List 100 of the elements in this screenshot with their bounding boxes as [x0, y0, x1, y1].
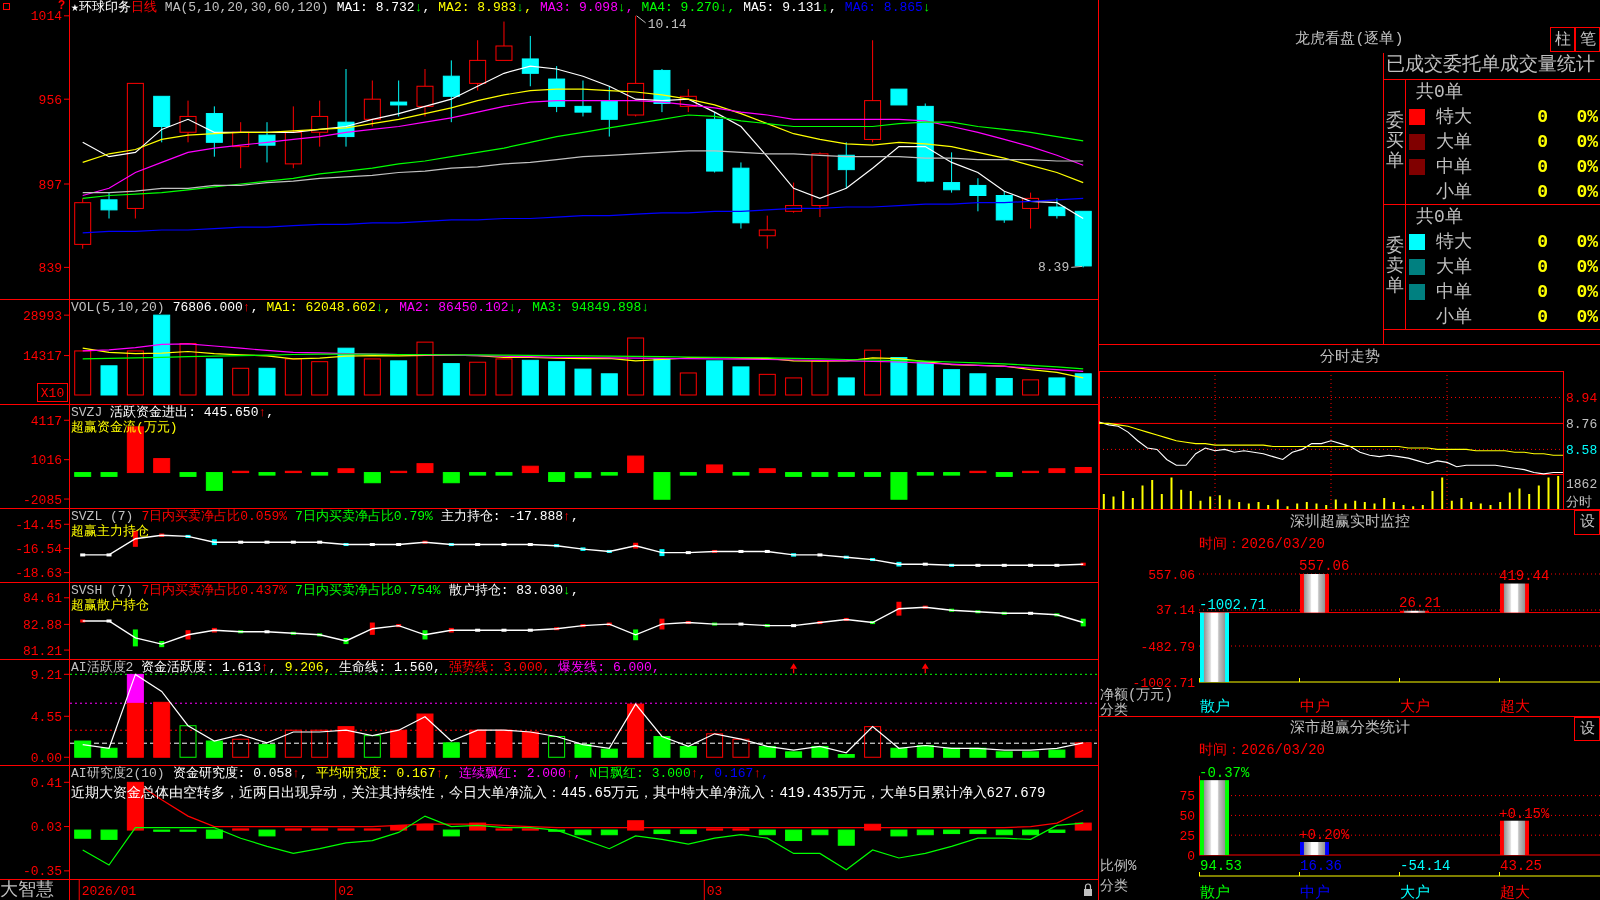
category-label: 大户 [1400, 699, 1430, 716]
indicator-label: MA1: 8.732↓, [336, 0, 431, 15]
indicator-label: SVZL (7) [71, 509, 134, 524]
axis-tick-label: 557.06 [1148, 567, 1195, 583]
axis-tick-label: 1014 [30, 9, 62, 25]
indicator-label: MA4: 9.270↓, [641, 0, 736, 15]
category-label: 大户 [1400, 885, 1430, 900]
date-label: 02 [338, 884, 354, 899]
axis-title: 净额(万元) [1100, 687, 1173, 703]
axis-title: 比例% [1100, 858, 1137, 874]
indicator-label: 7日内买卖净占比0.754% [295, 583, 441, 598]
axis-tick-label: 0.00 [30, 750, 62, 765]
order-count: 0 [1536, 280, 1548, 303]
order-type-label: 小单 [1436, 305, 1473, 328]
axis-tick-label: 37.14 [1156, 603, 1195, 619]
reading-label: 94.53 [1200, 858, 1242, 874]
panel-title: 深市超赢分类统计 [1289, 720, 1410, 738]
indicator-label: SVZJ [71, 405, 103, 420]
order-type-label: 特大 [1436, 106, 1473, 129]
price-annotation: 8.39 [1038, 260, 1070, 276]
indicator-label: MA2: 86450.102↓, [399, 300, 525, 315]
axis-tick-label: 1016 [30, 453, 62, 469]
axis-tick-label: 14317 [23, 349, 62, 365]
indicator-label: 连续飘红: 2.000↑, [459, 766, 582, 781]
axis-tick-label: 8.94 [1566, 391, 1598, 407]
axis-tick-label: 28993 [23, 308, 62, 324]
indicator-label: 散户持仓: 83.030↓, [448, 583, 579, 598]
axis-tick-label: 897 [38, 177, 62, 193]
order-count: 0 [1536, 106, 1548, 129]
axis-tick-label: 8.76 [1566, 417, 1598, 433]
indicator-label: 0.167↑, [714, 766, 769, 781]
data-label: 557.06 [1299, 558, 1350, 574]
axis-tick-label: 81.21 [23, 643, 62, 659]
reading-label: -54.14 [1400, 858, 1451, 874]
timestamp: 时间：2026/03/20 [1199, 741, 1325, 759]
indicator-label: MA5: 9.131↓, [743, 0, 837, 15]
axis-tick-label: 0 [1187, 848, 1195, 864]
order-type-label: 中单 [1436, 280, 1473, 303]
panel-title: 分时走势 [1319, 349, 1380, 367]
indicator-label: AI活跃度2 [71, 660, 134, 675]
axis-tick-label: 956 [38, 92, 62, 108]
order-count: 0 [1536, 305, 1548, 328]
order-count: 0 [1536, 131, 1548, 153]
section-label: 委卖单 [1385, 237, 1404, 297]
indicator-label: 76806.000↑, [172, 300, 259, 315]
category-label: 中户 [1300, 699, 1330, 716]
axis-tick-label: 4117 [30, 413, 62, 429]
axis-tick-label: 0.41 [30, 775, 62, 791]
axis-tick-label: 4.55 [30, 709, 62, 725]
order-share: 0% [1575, 131, 1599, 153]
date-label: 03 [706, 884, 723, 899]
order-share: 0% [1575, 256, 1599, 278]
indicator-label: 活跃资金进出: 445.650↑, [110, 405, 275, 420]
indicator-label: 资金活跃度: 1.613↑, [141, 660, 277, 675]
order-count: 0 [1536, 231, 1548, 254]
data-label: 419.44 [1499, 567, 1550, 584]
axis-tick-label: 75 [1179, 789, 1195, 805]
axis-tick-label: 84.61 [23, 591, 62, 607]
panel-title: 深圳超赢实时监控 [1289, 513, 1410, 532]
reading-label: 16.36 [1300, 858, 1342, 874]
indicator-label: 平均研究度: 0.167↑, [315, 766, 452, 781]
indicator-label: 9.206, [284, 660, 332, 675]
data-label: -1002.71 [1199, 596, 1267, 613]
indicator-label: SVSH (7) [71, 583, 134, 598]
indicator-caption: 超赢散户持仓 [71, 598, 149, 613]
indicator-label: MA2: 8.983↓, [438, 0, 532, 15]
order-total: 共0单 [1416, 206, 1463, 229]
indicator-label: MA(5,10,20,30,60,120) [164, 0, 329, 15]
axis-tick-label: 0.03 [30, 820, 62, 836]
indicator-label: MA3: 9.098↓, [539, 0, 634, 15]
indicator-label: N日飘红: 3.000↑, [589, 766, 707, 781]
order-type-label: 大单 [1436, 256, 1473, 278]
indicator-label: MA1: 62048.602↓, [266, 300, 392, 315]
axis-title: 分类 [1100, 878, 1128, 894]
order-share: 0% [1575, 180, 1599, 203]
indicator-caption: 超赢主力持仓 [71, 524, 149, 539]
category-label: 散户 [1200, 885, 1230, 900]
data-label: 26.21 [1399, 594, 1441, 611]
axis-tick-label: -0.35 [23, 864, 62, 879]
axis-tick-label: -482.79 [1140, 639, 1195, 655]
brand-label: 大智慧 [0, 880, 54, 900]
indicator-label: 爆发线: 6.000, [558, 660, 660, 675]
order-share: 0% [1575, 280, 1599, 303]
order-total: 共0单 [1416, 81, 1463, 104]
category-label: 散户 [1200, 699, 1230, 716]
axis-tick-label: -16.54 [15, 541, 62, 557]
order-count: 0 [1536, 180, 1548, 203]
date-label: 2026/01 [81, 884, 137, 899]
order-share: 0% [1575, 106, 1599, 129]
category-label: 中户 [1300, 885, 1330, 900]
axis-tick-label: 839 [38, 260, 62, 276]
period-label: 日线 [130, 0, 157, 15]
order-share: 0% [1575, 155, 1599, 178]
order-type-label: 特大 [1436, 231, 1473, 254]
reading-label: 43.25 [1500, 858, 1542, 874]
category-label: 超大 [1500, 885, 1530, 900]
change-label: -0.37% [1199, 765, 1250, 782]
corner-mark: ? [58, 0, 66, 12]
indicator-label: 7日内买卖净占比0.059% [141, 509, 288, 524]
axis-tick-label: 82.88 [23, 617, 62, 633]
